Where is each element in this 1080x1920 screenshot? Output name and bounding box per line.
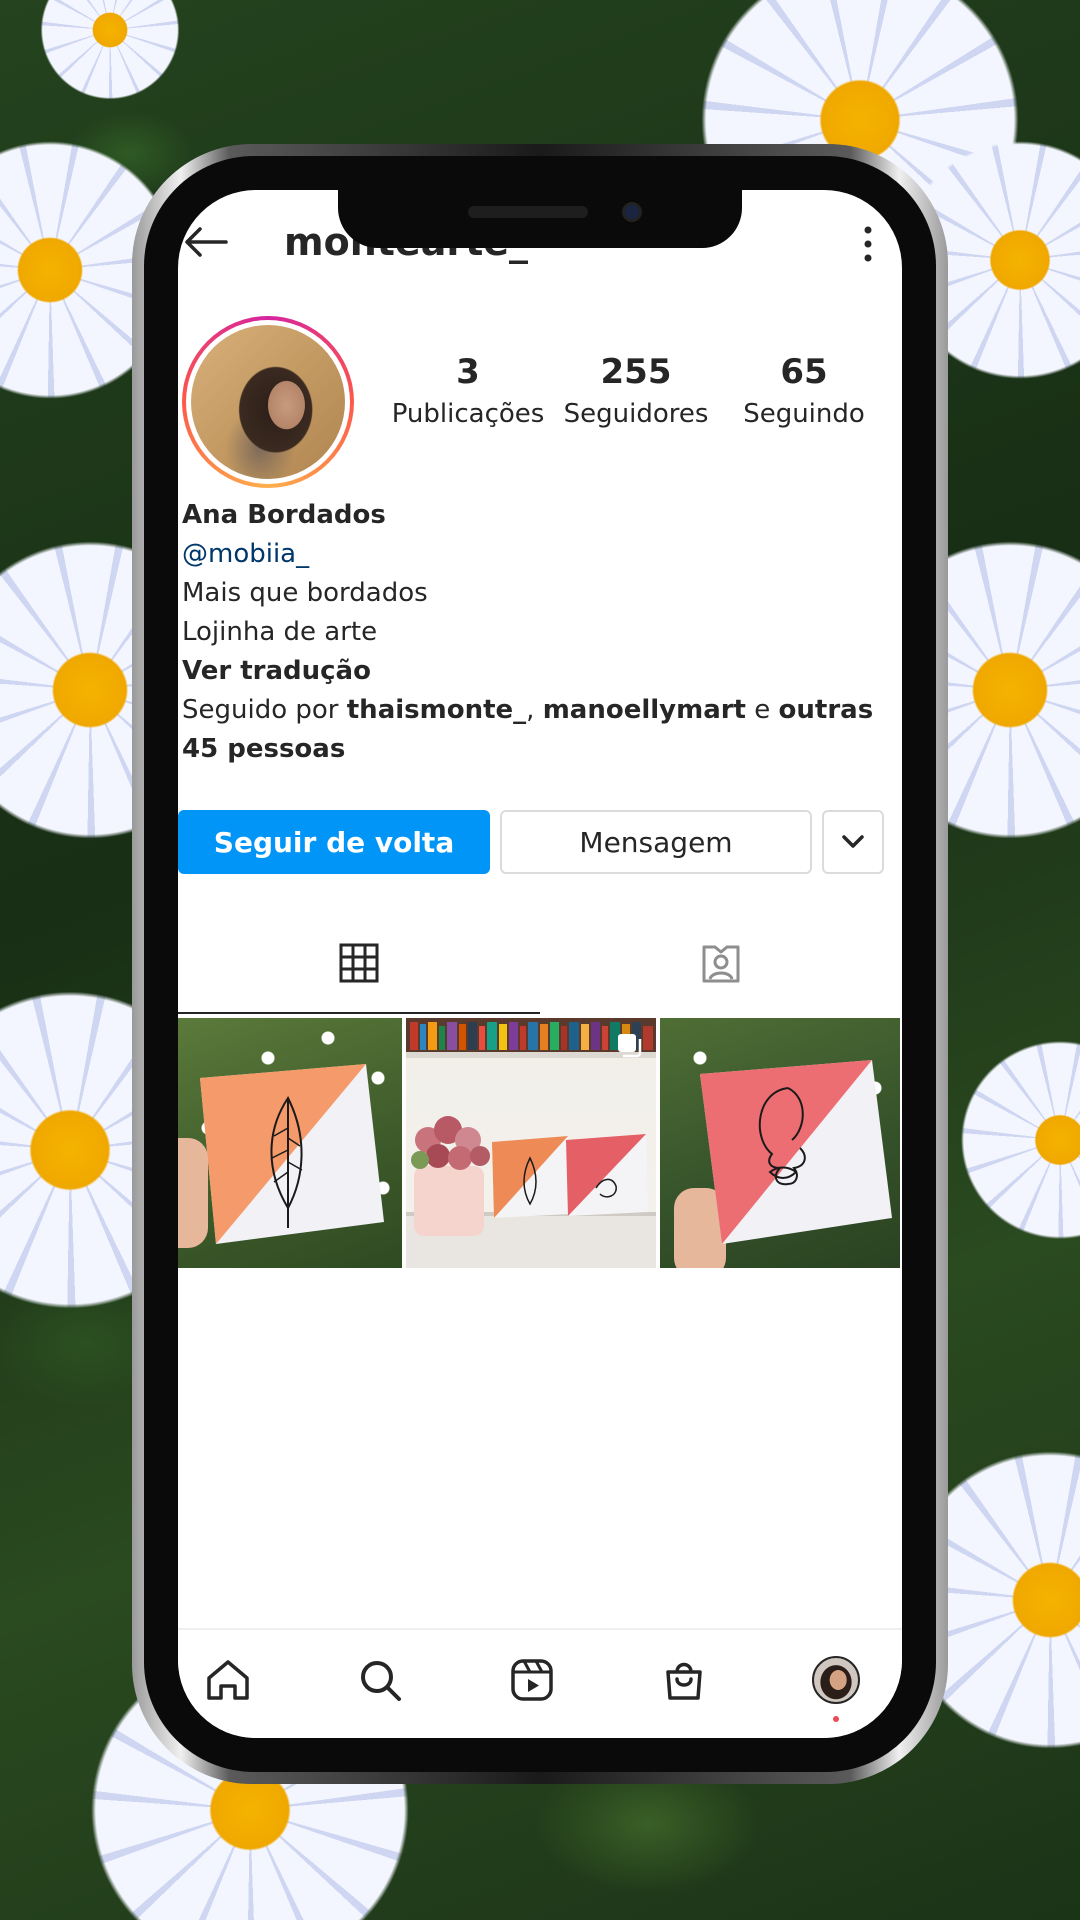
stat-posts-count: 3 bbox=[456, 352, 480, 392]
followed-by-prefix: Seguido por bbox=[182, 695, 347, 725]
see-translation-link[interactable]: Ver tradução bbox=[182, 652, 902, 691]
followed-by-and: e bbox=[746, 695, 779, 725]
profile-tabs bbox=[178, 914, 902, 1014]
shop-icon bbox=[666, 1662, 702, 1700]
bio-mention-link[interactable]: @mobiia_ bbox=[182, 535, 902, 574]
home-icon bbox=[207, 1660, 249, 1700]
message-button[interactable]: Mensagem bbox=[500, 810, 812, 874]
tab-posts-grid[interactable] bbox=[178, 914, 540, 1014]
search-icon bbox=[361, 1661, 401, 1701]
profile-display-name: Ana Bordados bbox=[182, 500, 386, 530]
daisy-flower bbox=[40, 0, 180, 100]
multiple-photos-icon bbox=[618, 1034, 642, 1058]
stat-posts[interactable]: 3 Publicações bbox=[378, 350, 558, 434]
stat-posts-label: Publicações bbox=[391, 399, 545, 429]
followed-by-text[interactable]: Seguido por thaismonte_, manoellymart e … bbox=[182, 691, 902, 769]
bio-line: Lojinha de arte bbox=[182, 617, 378, 647]
followed-by-separator: , bbox=[526, 695, 543, 725]
mutual-follower-1: thaismonte_ bbox=[346, 695, 527, 725]
bottom-navigation-bar bbox=[178, 1628, 902, 1738]
daisy-flower bbox=[960, 1040, 1080, 1240]
stat-followers-label: Seguidores bbox=[563, 399, 709, 429]
phone-frame: montearte_ 3 Publicações bbox=[132, 144, 948, 1784]
nav-home[interactable] bbox=[198, 1650, 258, 1710]
post-thumbnail[interactable] bbox=[660, 1018, 900, 1268]
nav-search[interactable] bbox=[350, 1650, 410, 1710]
post-thumbnail[interactable] bbox=[178, 1018, 402, 1268]
face-art-card bbox=[700, 1060, 892, 1244]
follow-back-button[interactable]: Seguir de volta bbox=[178, 810, 490, 874]
notification-dot bbox=[833, 1716, 839, 1722]
stat-followers-count: 255 bbox=[600, 352, 672, 392]
posts-grid bbox=[178, 1018, 902, 1268]
suggested-accounts-button[interactable] bbox=[822, 810, 884, 874]
app-screen: montearte_ 3 Publicações bbox=[178, 190, 902, 1738]
grid-icon bbox=[339, 943, 379, 983]
post-thumbnail[interactable] bbox=[406, 1018, 656, 1268]
chevron-down-icon bbox=[842, 835, 864, 848]
phone-bezel: montearte_ 3 Publicações bbox=[144, 156, 936, 1772]
bio-line: Mais que bordados bbox=[182, 578, 428, 608]
profile-bio: Ana Bordados @mobiia_ Mais que bordados … bbox=[182, 496, 902, 769]
stat-following-label: Seguindo bbox=[743, 399, 865, 429]
mutual-follower-2: manoellymart bbox=[542, 695, 746, 725]
stat-following-count: 65 bbox=[780, 352, 828, 392]
leaf-art-card bbox=[200, 1064, 384, 1244]
nav-reels[interactable] bbox=[502, 1650, 562, 1710]
profile-avatar bbox=[191, 325, 345, 479]
more-options-icon[interactable] bbox=[864, 226, 872, 262]
stat-followers[interactable]: 255 Seguidores bbox=[546, 350, 726, 434]
front-camera bbox=[622, 202, 642, 222]
tagged-icon bbox=[702, 945, 740, 983]
stat-following[interactable]: 65 Seguindo bbox=[714, 350, 894, 434]
profile-avatar-story-ring[interactable] bbox=[182, 316, 354, 488]
tab-tagged[interactable] bbox=[540, 914, 902, 1014]
back-arrow-icon[interactable] bbox=[184, 226, 228, 258]
phone-notch bbox=[338, 190, 742, 248]
nav-shop[interactable] bbox=[654, 1650, 714, 1710]
reels-icon bbox=[511, 1659, 553, 1701]
profile-avatar-nav bbox=[812, 1656, 860, 1704]
speaker-grille bbox=[468, 206, 588, 218]
nav-profile[interactable] bbox=[806, 1650, 866, 1722]
